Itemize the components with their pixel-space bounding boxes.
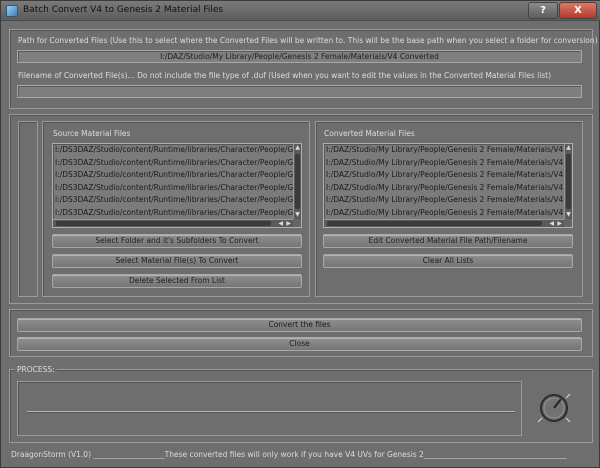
batch-convert-window: Batch Convert V4 to Genesis 2 Material F…	[0, 0, 600, 468]
app-icon	[6, 5, 18, 17]
footer-status: DraagonStorm (V1.0) ___________________T…	[11, 450, 567, 459]
list-item[interactable]: I:/DAZ/Studio/My Library/People/Genesis …	[324, 194, 572, 207]
process-label: PROCESS:	[15, 365, 57, 374]
scroll-thumb[interactable]	[295, 154, 300, 209]
close-button[interactable]: Close	[17, 337, 582, 351]
progress-bar	[27, 411, 515, 413]
source-vertical-scrollbar[interactable]: ▲ ▼	[293, 144, 301, 219]
converted-horizontal-scrollbar[interactable]: ◀ ▶	[324, 219, 564, 227]
convert-files-button[interactable]: Convert the files	[17, 318, 582, 332]
left-spacer-panel	[18, 121, 38, 297]
list-item[interactable]: I:/DAZ/Studio/My Library/People/Genesis …	[324, 169, 572, 182]
filename-hint-label: Filename of Converted File(s)... Do not …	[18, 71, 552, 80]
scroll-corner	[293, 219, 301, 227]
list-item[interactable]: I:/DS3DAZ/Studio/content/Runtime/librari…	[53, 207, 301, 220]
converted-vertical-scrollbar[interactable]: ▲ ▼	[564, 144, 572, 219]
spinner-dial-icon	[537, 393, 571, 423]
scroll-up-icon[interactable]: ▲	[565, 144, 572, 152]
converted-title: Converted Material Files	[324, 129, 415, 138]
scroll-thumb[interactable]	[56, 221, 271, 226]
title-bar[interactable]: Batch Convert V4 to Genesis 2 Material F…	[1, 1, 600, 21]
list-item[interactable]: I:/DS3DAZ/Studio/content/Runtime/librari…	[53, 169, 301, 182]
list-item[interactable]: I:/DAZ/Studio/My Library/People/Genesis …	[324, 207, 572, 220]
source-file-list[interactable]: I:/DS3DAZ/Studio/content/Runtime/librari…	[52, 143, 302, 228]
list-item[interactable]: I:/DAZ/Studio/My Library/People/Genesis …	[324, 157, 572, 170]
scroll-up-icon[interactable]: ▲	[294, 144, 301, 152]
list-item[interactable]: I:/DS3DAZ/Studio/content/Runtime/librari…	[53, 144, 301, 157]
output-path-field[interactable]: I:/DAZ/Studio/My Library/People/Genesis …	[17, 50, 582, 63]
scroll-thumb[interactable]	[327, 221, 542, 226]
select-folder-button[interactable]: Select Folder and it's Subfolders To Con…	[52, 234, 302, 248]
scroll-thumb[interactable]	[566, 154, 571, 209]
clear-all-lists-button[interactable]: Clear All Lists	[323, 254, 573, 268]
scroll-down-icon[interactable]: ▼	[565, 211, 572, 219]
scroll-down-icon[interactable]: ▼	[294, 211, 301, 219]
scroll-corner	[564, 219, 572, 227]
filename-field[interactable]	[17, 85, 582, 98]
path-hint-label: Path for Converted Files (Use this to se…	[18, 36, 598, 45]
delete-selected-button[interactable]: Delete Selected From List	[52, 274, 302, 288]
scroll-left-icon[interactable]: ◀	[549, 220, 554, 227]
list-item[interactable]: I:/DAZ/Studio/My Library/People/Genesis …	[324, 182, 572, 195]
scroll-right-icon[interactable]: ▶	[557, 220, 562, 227]
select-files-button[interactable]: Select Material File(s) To Convert	[52, 254, 302, 268]
scroll-right-icon[interactable]: ▶	[286, 220, 291, 227]
source-title: Source Material Files	[53, 129, 131, 138]
scroll-left-icon[interactable]: ◀	[278, 220, 283, 227]
help-button[interactable]: ?	[528, 2, 558, 19]
list-item[interactable]: I:/DS3DAZ/Studio/content/Runtime/librari…	[53, 157, 301, 170]
list-item[interactable]: I:/DS3DAZ/Studio/content/Runtime/librari…	[53, 194, 301, 207]
edit-path-button[interactable]: Edit Converted Material File Path/Filena…	[323, 234, 573, 248]
converted-file-list[interactable]: I:/DAZ/Studio/My Library/People/Genesis …	[323, 143, 573, 228]
source-horizontal-scrollbar[interactable]: ◀ ▶	[53, 219, 293, 227]
list-item[interactable]: I:/DS3DAZ/Studio/content/Runtime/librari…	[53, 182, 301, 195]
process-log-area	[17, 381, 522, 436]
window-close-button[interactable]: X	[559, 2, 597, 19]
window-title: Batch Convert V4 to Genesis 2 Material F…	[23, 5, 224, 15]
list-item[interactable]: I:/DAZ/Studio/My Library/People/Genesis …	[324, 144, 572, 157]
